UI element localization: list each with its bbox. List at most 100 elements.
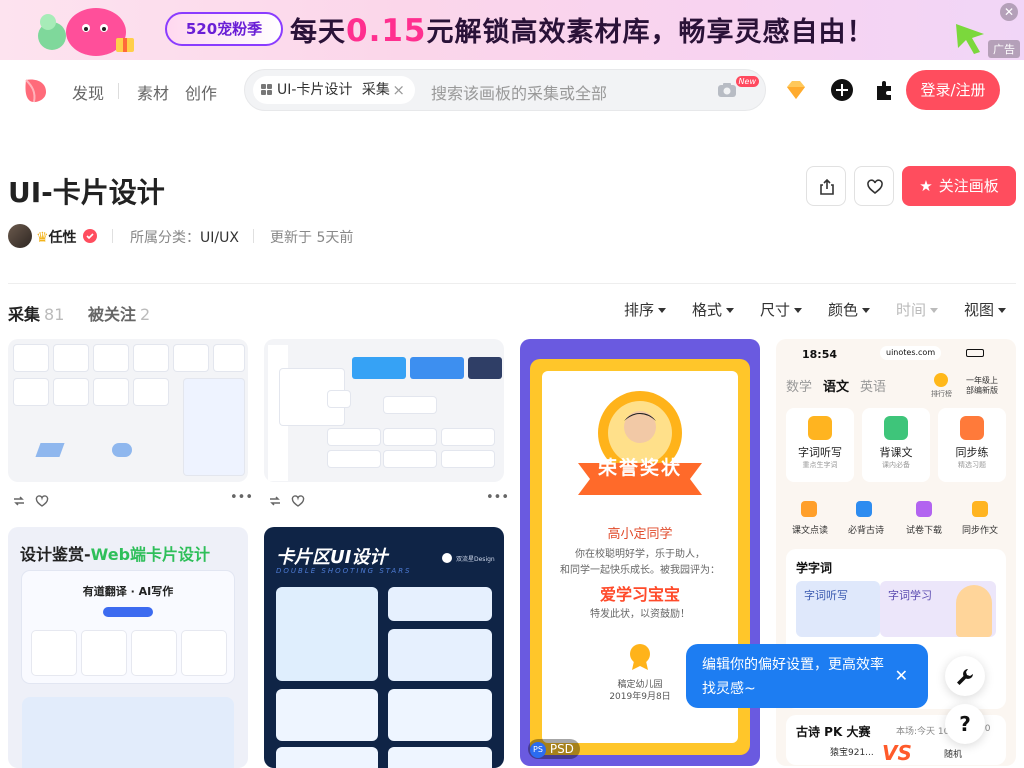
vs-label: VS bbox=[882, 741, 912, 765]
section-title: 古诗 PK 大赛 bbox=[796, 725, 871, 739]
card-subtitle: DOUBLE SHOOTING STARS bbox=[276, 567, 412, 575]
campaign-badge: 520宠粉季 bbox=[165, 12, 283, 46]
thumb-tile bbox=[410, 357, 464, 379]
avatar[interactable] bbox=[8, 224, 32, 248]
caret-down-icon bbox=[658, 308, 667, 313]
thumb-panel bbox=[22, 697, 234, 768]
certificate-award: 爱学习宝宝 bbox=[599, 585, 680, 604]
chip-clear-icon[interactable]: × bbox=[392, 76, 405, 104]
follow-board-button[interactable]: ★ 关注画板 bbox=[902, 166, 1016, 206]
thumb-tile bbox=[442, 451, 494, 467]
tooltip-close-icon[interactable]: ✕ bbox=[895, 664, 908, 688]
card-title: 卡片区UI设计 bbox=[276, 547, 388, 568]
nav-create[interactable]: 创作 bbox=[185, 80, 217, 104]
heart-icon[interactable] bbox=[291, 494, 305, 508]
small-label: 试卷下载 bbox=[906, 526, 943, 536]
tile-sub: 精选习题 bbox=[958, 461, 986, 469]
tile-icon bbox=[884, 416, 908, 440]
caret-down-icon bbox=[726, 308, 735, 313]
thumb-tile bbox=[384, 429, 436, 445]
filter-time: 时间 bbox=[896, 299, 939, 320]
logo-icon[interactable] bbox=[22, 76, 50, 104]
help-button[interactable]: ? bbox=[945, 704, 985, 744]
plugin-icon[interactable] bbox=[873, 78, 897, 102]
updated-time: 更新于 5天前 bbox=[270, 230, 354, 246]
mascot-illustration bbox=[956, 585, 992, 637]
thumb-tile bbox=[134, 345, 168, 371]
banner-close-icon[interactable]: ✕ bbox=[1000, 3, 1018, 21]
add-icon[interactable] bbox=[830, 78, 854, 102]
share-icon bbox=[820, 178, 834, 195]
settings-wrench-button[interactable] bbox=[945, 656, 985, 696]
collection-card[interactable] bbox=[8, 339, 248, 482]
new-badge: New bbox=[735, 76, 759, 87]
preference-tooltip[interactable]: 编辑你的偏好设置，更高效率找灵感~ ✕ bbox=[686, 644, 928, 708]
brand-dot bbox=[442, 553, 452, 563]
section-card: 字词听写 bbox=[796, 581, 880, 637]
repin-icon[interactable] bbox=[12, 494, 26, 508]
phone-tile: 字词听写 重点生字词 bbox=[786, 408, 854, 482]
section-title: 学字词 bbox=[796, 561, 833, 575]
filter-color[interactable]: 颜色 bbox=[828, 299, 871, 320]
promo-banner[interactable]: 520宠粉季 每天0.15元解锁高效素材库，畅享灵感自由！ ✕ 广告 bbox=[0, 0, 1024, 60]
nav-materials[interactable]: 素材 bbox=[137, 80, 169, 104]
thumb-tile bbox=[442, 429, 494, 445]
tab-label: 被关注 bbox=[88, 305, 137, 324]
ad-tag: 广告 bbox=[988, 40, 1020, 58]
thumb-tile bbox=[134, 379, 168, 405]
section-divider bbox=[8, 283, 1016, 284]
collection-card[interactable]: 设计鉴赏-Web端卡片设计 有道翻译 · AI写作 bbox=[8, 527, 248, 768]
small-label: 课文点读 bbox=[792, 526, 829, 536]
thumb-tile bbox=[384, 451, 436, 467]
thumb-tile bbox=[54, 345, 88, 371]
like-button[interactable] bbox=[854, 166, 894, 206]
battery-icon bbox=[966, 349, 984, 357]
filter-label: 排序 bbox=[624, 301, 655, 319]
share-button[interactable] bbox=[806, 166, 846, 206]
filter-label: 尺寸 bbox=[760, 301, 791, 319]
card-title-a: 设计鉴赏- bbox=[20, 545, 91, 564]
search-bar[interactable]: UI-卡片设计 采集 × 搜索该画板的采集或全部 New bbox=[244, 69, 766, 111]
collection-card[interactable]: 卡片区UI设计 DOUBLE SHOOTING STARS 双流星Design bbox=[264, 527, 504, 768]
category-value[interactable]: UI/UX bbox=[200, 230, 239, 246]
thumb-tile bbox=[14, 345, 48, 371]
player-name: 猿宝921... bbox=[830, 748, 874, 758]
thumb-tile bbox=[388, 587, 492, 621]
more-icon[interactable]: ••• bbox=[230, 490, 253, 505]
format-label: PSD bbox=[549, 742, 574, 756]
tile-title: 同步练 bbox=[955, 446, 989, 459]
board-grid-icon bbox=[261, 84, 272, 95]
nav-divider bbox=[118, 83, 119, 99]
tile-sub: 课内必备 bbox=[882, 461, 910, 469]
random-label: 随机 bbox=[944, 750, 963, 760]
verified-icon bbox=[83, 229, 97, 243]
collection-card[interactable] bbox=[264, 339, 504, 482]
filter-view[interactable]: 视图 bbox=[964, 299, 1007, 320]
thumb-tile bbox=[388, 689, 492, 741]
banner-headline: 每天0.15元解锁高效素材库，畅享灵感自由！ bbox=[290, 10, 875, 49]
heart-icon[interactable] bbox=[35, 494, 49, 508]
caret-down-icon bbox=[998, 308, 1007, 313]
nav-discover[interactable]: 发现 bbox=[72, 80, 104, 104]
search-scope-chip[interactable]: UI-卡片设计 采集 × bbox=[253, 76, 415, 104]
mascot-illustration bbox=[38, 8, 134, 56]
login-button[interactable]: 登录/注册 bbox=[906, 70, 1000, 110]
vip-diamond-icon[interactable] bbox=[784, 78, 808, 102]
repin-icon[interactable] bbox=[268, 494, 282, 508]
more-icon[interactable]: ••• bbox=[486, 490, 509, 505]
thumb-tile bbox=[132, 631, 176, 675]
tooltip-text: 编辑你的偏好设置，更高效率找灵感~ bbox=[702, 657, 884, 697]
filter-label: 格式 bbox=[692, 301, 723, 319]
card-title: 设计鉴赏-Web端卡片设计 bbox=[20, 541, 210, 565]
camera-icon[interactable] bbox=[717, 82, 737, 98]
owner-name[interactable]: ♛任性 bbox=[36, 227, 77, 247]
thumb-tile bbox=[32, 631, 76, 675]
filter-format[interactable]: 格式 bbox=[692, 299, 735, 320]
caret-down-icon bbox=[794, 308, 803, 313]
filter-sort[interactable]: 排序 bbox=[624, 299, 667, 320]
tab-followers[interactable]: 被关注 2 bbox=[88, 301, 150, 325]
tab-collections[interactable]: 采集 81 bbox=[8, 301, 64, 325]
search-input[interactable]: 搜索该画板的采集或全部 bbox=[431, 80, 607, 104]
thumb-panel: 有道翻译 · AI写作 bbox=[22, 571, 234, 683]
filter-size[interactable]: 尺寸 bbox=[760, 299, 803, 320]
